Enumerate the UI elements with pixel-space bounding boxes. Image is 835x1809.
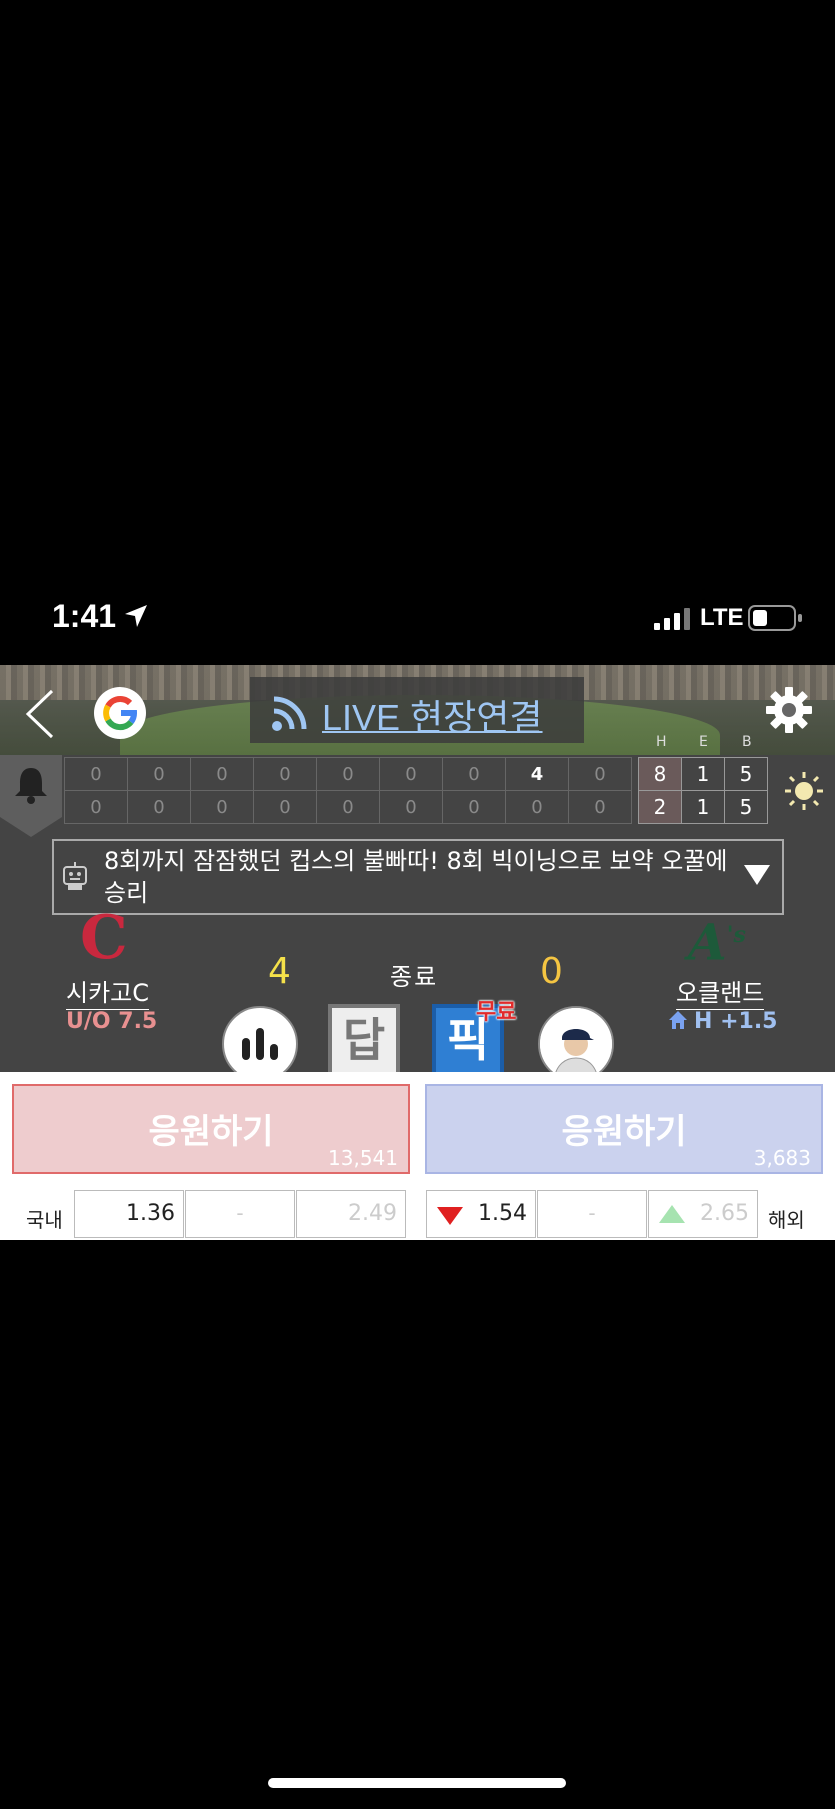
left-team-name[interactable]: 시카고C [66, 973, 149, 1010]
rss-feed-icon [270, 693, 310, 737]
cheer-right-button[interactable]: 응원하기 3,683 [425, 1084, 823, 1174]
errors-cell: 1 [681, 790, 725, 824]
home-icon [668, 1010, 688, 1036]
hits-cell: 8 [638, 757, 682, 791]
cheer-area: 응원하기 13,541 응원하기 3,683 국내 1.36 - 2.49 1.… [0, 1072, 835, 1240]
odds-value: 1.36 [126, 1201, 175, 1226]
sun-weather-icon[interactable] [784, 771, 824, 815]
inning-cell: 0 [253, 757, 317, 791]
errors-cell: 1 [681, 757, 725, 791]
athletics-logo: A's [688, 912, 746, 972]
away-heb-row: 8 1 5 [638, 757, 768, 791]
home-heb-row: 2 1 5 [638, 790, 768, 824]
player-avatar-icon [540, 1008, 612, 1080]
inning-cell: 0 [442, 790, 506, 824]
inning-cell: 0 [64, 790, 128, 824]
stats-button[interactable] [222, 1006, 298, 1082]
inning-score-grid: 0 0 0 0 0 0 0 4 0 0 0 0 0 0 0 0 0 0 [64, 757, 632, 824]
cellular-signal-icon [654, 608, 692, 634]
robot-icon [60, 861, 90, 895]
odds-value: - [588, 1201, 596, 1225]
home-innings-row: 0 0 0 0 0 0 0 0 0 [64, 790, 632, 824]
right-team-name[interactable]: 오클랜드 [676, 973, 765, 1010]
right-team-score: 0 [540, 951, 563, 992]
battery-icon [748, 604, 804, 636]
odds-value: 1.54 [478, 1201, 527, 1226]
inning-cell: 0 [253, 790, 317, 824]
expand-down-icon[interactable] [744, 865, 770, 885]
ticker-text: 8회까지 잠잠했던 컵스의 불빠따! 8회 빅이닝으로 보약 오꿀에 승리 [104, 847, 728, 907]
player-profile-button[interactable] [538, 1006, 614, 1082]
inning-cell: 0 [190, 757, 254, 791]
gear-icon[interactable] [764, 685, 814, 739]
location-arrow-icon [123, 603, 149, 633]
walks-cell: 5 [724, 790, 768, 824]
notification-tab[interactable] [0, 755, 62, 837]
inning-cell: 0 [190, 790, 254, 824]
answer-label: 답 [328, 1004, 400, 1076]
overseas-label: 해외 [768, 1208, 805, 1232]
errors-label: E [699, 734, 708, 750]
cheer-right-count: 3,683 [753, 1146, 811, 1170]
left-team-line: U/O 7.5 [66, 1009, 158, 1034]
status-bar: 1:41 LTE [0, 590, 835, 650]
google-icon[interactable] [94, 687, 146, 743]
answer-button[interactable]: 답 [328, 1004, 400, 1076]
cheer-left-count: 13,541 [328, 1146, 398, 1170]
domestic-odds-lose[interactable]: 2.49 [296, 1190, 406, 1238]
cheer-left-button[interactable]: 응원하기 13,541 [12, 1084, 410, 1174]
odds-value: - [236, 1201, 244, 1225]
away-innings-row: 0 0 0 0 0 0 0 4 0 [64, 757, 632, 791]
back-chevron-icon[interactable] [22, 687, 58, 745]
right-team-line-text: H +1.5 [694, 1009, 778, 1034]
inning-cell: 0 [505, 790, 569, 824]
inning-cell: 0 [568, 757, 632, 791]
home-indicator[interactable] [268, 1778, 566, 1788]
inning-cell: 0 [64, 757, 128, 791]
inning-cell: 0 [316, 790, 380, 824]
network-type: LTE [700, 604, 744, 631]
odds-row: 국내 1.36 - 2.49 1.54 - 2.65 해외 [0, 1190, 835, 1240]
hits-label: H [656, 734, 667, 750]
overseas-odds-draw[interactable]: - [537, 1190, 647, 1238]
live-connect-button[interactable]: LIVE 현장연결 [250, 677, 584, 743]
right-team-line: H +1.5 [668, 1009, 777, 1036]
game-status: 종료 [390, 963, 439, 991]
walks-cell: 5 [724, 757, 768, 791]
hits-cell: 2 [638, 790, 682, 824]
scoreboard-panel: 0 0 0 0 0 0 0 4 0 0 0 0 0 0 0 0 0 0 H E … [0, 734, 835, 1072]
inning-cell: 0 [379, 790, 443, 824]
cubs-logo: C [80, 903, 128, 973]
odds-up-icon [659, 1205, 685, 1223]
live-label: LIVE 현장연결 [322, 697, 543, 738]
inning-cell: 0 [127, 790, 191, 824]
bell-icon [12, 765, 50, 809]
overseas-odds-lose[interactable]: 2.65 [648, 1190, 758, 1238]
walks-label: B [742, 734, 752, 750]
free-badge: 무료 [476, 1000, 517, 1025]
bar-chart-icon [238, 1022, 282, 1070]
status-time: 1:41 [52, 598, 117, 634]
inning-cell: 0 [316, 757, 380, 791]
inning-cell: 0 [568, 790, 632, 824]
odds-value: 2.49 [348, 1201, 397, 1226]
domestic-odds-draw[interactable]: - [185, 1190, 295, 1238]
domestic-label: 국내 [26, 1208, 63, 1232]
domestic-odds-win[interactable]: 1.36 [74, 1190, 184, 1238]
heb-header: H E B [640, 734, 768, 752]
left-team-score: 4 [268, 951, 291, 992]
inning-cell: 4 [505, 757, 569, 791]
inning-cell: 0 [379, 757, 443, 791]
odds-down-icon [437, 1207, 463, 1225]
heb-grid: 8 1 5 2 1 5 [638, 757, 768, 824]
news-ticker[interactable]: 8회까지 잠잠했던 컵스의 불빠따! 8회 빅이닝으로 보약 오꿀에 승리 [52, 839, 784, 915]
odds-value: 2.65 [700, 1201, 749, 1226]
inning-cell: 0 [127, 757, 191, 791]
inning-cell: 0 [442, 757, 506, 791]
overseas-odds-win[interactable]: 1.54 [426, 1190, 536, 1238]
